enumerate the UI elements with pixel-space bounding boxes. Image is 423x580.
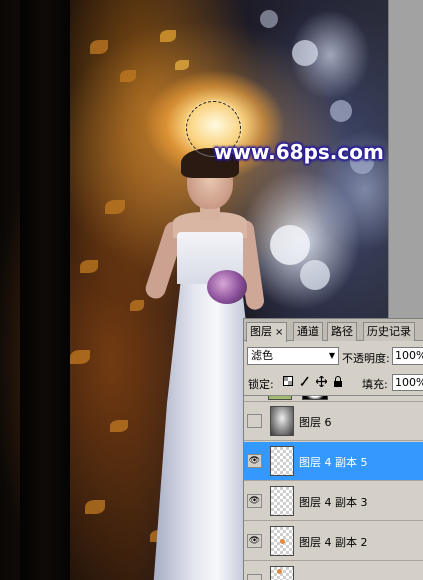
foliage-leaf [80,260,98,273]
tab-channels[interactable]: 通道 [293,322,323,341]
foliage-leaf [120,70,136,82]
layer-thumbnail [270,526,294,556]
layer-row-partial[interactable] [244,396,423,402]
foliage-leaf [70,350,90,364]
bokeh-light [260,10,278,28]
layers-panel: 图层× 通道 路径 历史记录 滤色 ▼ 不透明度: 100% 锁定: [243,318,423,580]
visibility-toggle[interactable]: 👁 [247,494,262,508]
layer-name: 图层 4 副本 5 [299,456,368,469]
tab-history-label: 历史记录 [367,325,411,338]
layer-thumbnail [270,446,294,476]
foliage-leaf [105,200,125,214]
bokeh-light [330,100,352,122]
visibility-toggle[interactable] [247,574,262,580]
tab-paths-label: 路径 [331,325,353,338]
layer-mask-thumbnail [302,396,328,400]
watermark-text: www.68ps.com [214,140,384,164]
blend-mode-value: 滤色 [251,349,273,362]
foliage-leaf [130,300,144,311]
lock-move-icon[interactable] [315,375,327,388]
bokeh-light [292,40,318,66]
bokeh-light [300,260,330,290]
visibility-toggle[interactable] [247,414,262,428]
lock-label: 锁定: [248,378,274,391]
tab-channels-label: 通道 [297,325,319,338]
bokeh-light [270,225,310,265]
tab-layers-label: 图层 [250,325,272,338]
opacity-input[interactable]: 100% [392,347,423,365]
foliage-leaf [90,40,108,54]
layer-thumbnail [268,396,292,400]
blend-mode-select[interactable]: 滤色 ▼ [247,347,339,365]
lock-all-icon[interactable] [332,376,344,388]
eye-icon: 👁 [248,496,261,506]
layer-thumbnail [270,486,294,516]
blend-opacity-row: 滤色 ▼ 不透明度: 100% [244,345,423,367]
layer-thumbnail [270,566,294,580]
foliage-leaf [85,500,105,514]
layer-row-selected[interactable]: 👁 图层 4 副本 5 [244,442,423,481]
lock-transparency-icon[interactable] [282,376,294,388]
layer-row[interactable]: 👁 图层 4 副本 3 [244,482,423,521]
close-icon[interactable]: × [275,327,283,338]
layers-list: 图层 6 👁 图层 4 副本 5 👁 图层 4 副本 3 👁 图层 4 副本 2 [244,395,423,580]
eye-icon: 👁 [248,456,261,466]
panel-tab-bar: 图层 × 通道 路径 历史记录 [244,319,423,342]
layer-name: 图层 6 [299,416,332,429]
fill-label: 填充: [362,378,388,391]
tree-trunk [20,0,70,580]
fill-input[interactable]: 100% [392,374,423,391]
layer-row[interactable]: 👁 图层 4 副本 2 [244,522,423,561]
visibility-toggle[interactable]: 👁 [247,534,262,548]
tab-paths[interactable]: 路径 [327,322,357,341]
layer-name: 图层 4 副本 2 [299,536,368,549]
workspace-background [388,0,423,318]
foliage-leaf [160,30,176,42]
opacity-label: 不透明度: [342,352,390,365]
layer-name: 图层 4 副本 3 [299,496,368,509]
layer-thumbnail [270,406,294,436]
tab-layers[interactable]: 图层 × [246,322,288,342]
lock-paint-icon[interactable] [299,376,311,388]
lock-fill-row: 锁定: 填充: 100% [244,371,423,393]
eye-icon: 👁 [248,536,261,546]
tab-history[interactable]: 历史记录 [363,322,415,341]
visibility-toggle[interactable]: 👁 [247,454,262,468]
foliage-leaf [175,60,189,70]
layer-row-partial[interactable] [244,562,423,580]
dropdown-arrow-icon: ▼ [328,351,335,360]
foliage-leaf [110,420,128,432]
layer-row[interactable]: 图层 6 [244,402,423,441]
bouquet [207,270,247,304]
